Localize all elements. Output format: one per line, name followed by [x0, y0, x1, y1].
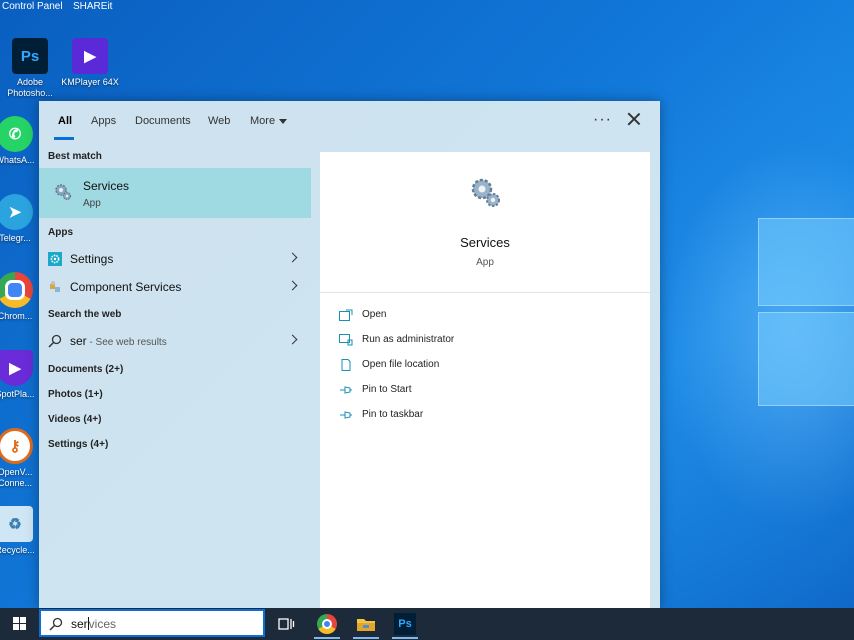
label-match: Services [135, 280, 182, 294]
tab-apps[interactable]: Apps [91, 115, 116, 127]
kmplayer-icon: ▶ [72, 38, 108, 74]
desktop-icon-telegram[interactable]: ➤ Telegr... [0, 194, 40, 244]
whatsapp-icon: ✆ [0, 116, 33, 152]
more-options-button[interactable]: ··· [593, 111, 612, 129]
close-icon[interactable] [627, 112, 641, 126]
best-match-heading: Best match [48, 151, 102, 162]
category-documents[interactable]: Documents (2+) [48, 364, 123, 375]
windows-start-icon[interactable] [13, 617, 27, 631]
photoshop-taskbar-icon[interactable]: Ps [394, 613, 416, 635]
preview-pane: Services App Open Run as administrator O… [320, 152, 650, 608]
best-match-title: Services [83, 179, 130, 193]
desktop-icon-openvpn[interactable]: ⚷ OpenV... Conne... [0, 428, 40, 489]
taskbar: services Ps [0, 608, 854, 640]
desktop-icon-label: SpotPla... [0, 389, 35, 399]
control-panel-label[interactable]: Control Panel [2, 1, 63, 12]
running-indicator [392, 637, 418, 639]
action-label: Run as administrator [362, 334, 455, 345]
action-open-file-location[interactable]: Open file location [339, 356, 639, 376]
action-label: Pin to Start [362, 384, 412, 395]
running-indicator [314, 637, 340, 639]
app-result-label: Settings [70, 252, 114, 266]
tab-documents[interactable]: Documents [135, 115, 191, 127]
web-result-label: ser - See web results [70, 334, 167, 348]
desktop-icon-label: WhatsA... [0, 155, 35, 165]
app-result-settings[interactable]: Settings [39, 246, 311, 272]
category-videos[interactable]: Videos (4+) [48, 414, 101, 425]
action-label: Open file location [362, 359, 440, 370]
tab-more[interactable]: More [250, 115, 288, 127]
desktop-icon-label: Telegr... [0, 233, 31, 243]
gear-icon [48, 252, 62, 266]
file-location-icon [341, 359, 351, 371]
web-suffix: - See web results [86, 337, 167, 348]
apps-heading: Apps [48, 227, 73, 238]
action-open[interactable]: Open [339, 306, 639, 326]
shield-icon [339, 334, 353, 346]
desktop-icon-label: OpenV... Conne... [0, 467, 33, 488]
telegram-icon: ➤ [0, 194, 33, 230]
wallpaper-pane [758, 312, 854, 406]
search-icon [49, 617, 63, 631]
preview-title: Services [460, 235, 510, 250]
tab-all[interactable]: All [58, 115, 72, 127]
action-pin-to-taskbar[interactable]: Pin to taskbar [339, 406, 639, 426]
chevron-right-icon[interactable] [287, 280, 298, 291]
search-icon [48, 334, 62, 348]
task-view-icon[interactable] [275, 613, 297, 635]
running-indicator [353, 637, 379, 639]
photoshop-icon: Ps [12, 38, 48, 74]
action-label: Open [362, 309, 387, 320]
file-explorer-icon[interactable] [355, 613, 377, 635]
desktop-icon-label: KMPlayer 64X [61, 77, 119, 87]
desktop-icon-whatsapp[interactable]: ✆ WhatsA... [0, 116, 40, 166]
services-gear-icon [471, 178, 500, 207]
caret-down-icon [279, 118, 288, 124]
desktop-icon-label: Recycle... [0, 545, 35, 555]
chrome-taskbar-icon[interactable] [316, 613, 338, 635]
action-pin-to-start[interactable]: Pin to Start [339, 381, 639, 401]
preview-subtitle: App [476, 257, 494, 268]
tab-more-label: More [250, 115, 276, 127]
tab-web[interactable]: Web [208, 115, 230, 127]
pin-icon [340, 411, 352, 419]
search-text: services [71, 617, 116, 631]
component-services-icon [50, 281, 60, 292]
recycle-bin-icon: ♻ [0, 506, 33, 542]
search-web-heading: Search the web [48, 309, 122, 320]
desktop-icon-label: Chrom... [0, 311, 33, 321]
chrome-icon [0, 272, 33, 308]
chevron-right-icon[interactable] [287, 334, 298, 345]
best-match-subtitle: App [83, 198, 101, 209]
app-result-component-services[interactable]: Component Services [39, 274, 311, 300]
desktop-icon-spotplayer[interactable]: ▶ SpotPla... [0, 350, 40, 400]
desktop-icon-chrome[interactable]: Chrom... [0, 272, 40, 322]
label-prefix: Component [70, 280, 136, 294]
category-photos[interactable]: Photos (1+) [48, 389, 103, 400]
category-settings[interactable]: Settings (4+) [48, 439, 108, 450]
action-run-as-administrator[interactable]: Run as administrator [339, 331, 639, 351]
desktop-icon-recycle-bin[interactable]: ♻ Recycle... [0, 506, 40, 556]
web-result[interactable]: ser - See web results [39, 328, 311, 354]
search-suggestion-text: vices [88, 617, 117, 631]
best-match-item[interactable]: Services App [39, 168, 311, 218]
web-query: ser [70, 334, 87, 348]
search-tabs: All Apps Documents Web More ··· [39, 101, 660, 141]
pin-icon [340, 386, 352, 394]
divider [320, 292, 650, 293]
taskbar-search-input[interactable]: services [39, 609, 265, 637]
desktop-icon-kmplayer[interactable]: ▶ KMPlayer 64X [55, 38, 125, 88]
action-label: Pin to taskbar [362, 409, 424, 420]
search-flyout: All Apps Documents Web More ··· Best mat… [39, 101, 660, 608]
shareit-label[interactable]: SHAREit [73, 1, 112, 12]
wallpaper-pane [758, 218, 854, 306]
open-icon [339, 309, 353, 321]
services-gear-icon [55, 184, 72, 201]
app-result-label: Component Services [70, 280, 181, 294]
search-typed-text: ser [71, 617, 88, 631]
active-tab-indicator [54, 137, 74, 140]
openvpn-icon: ⚷ [0, 428, 33, 464]
chevron-right-icon[interactable] [287, 252, 298, 263]
spotplayer-icon: ▶ [0, 350, 33, 386]
